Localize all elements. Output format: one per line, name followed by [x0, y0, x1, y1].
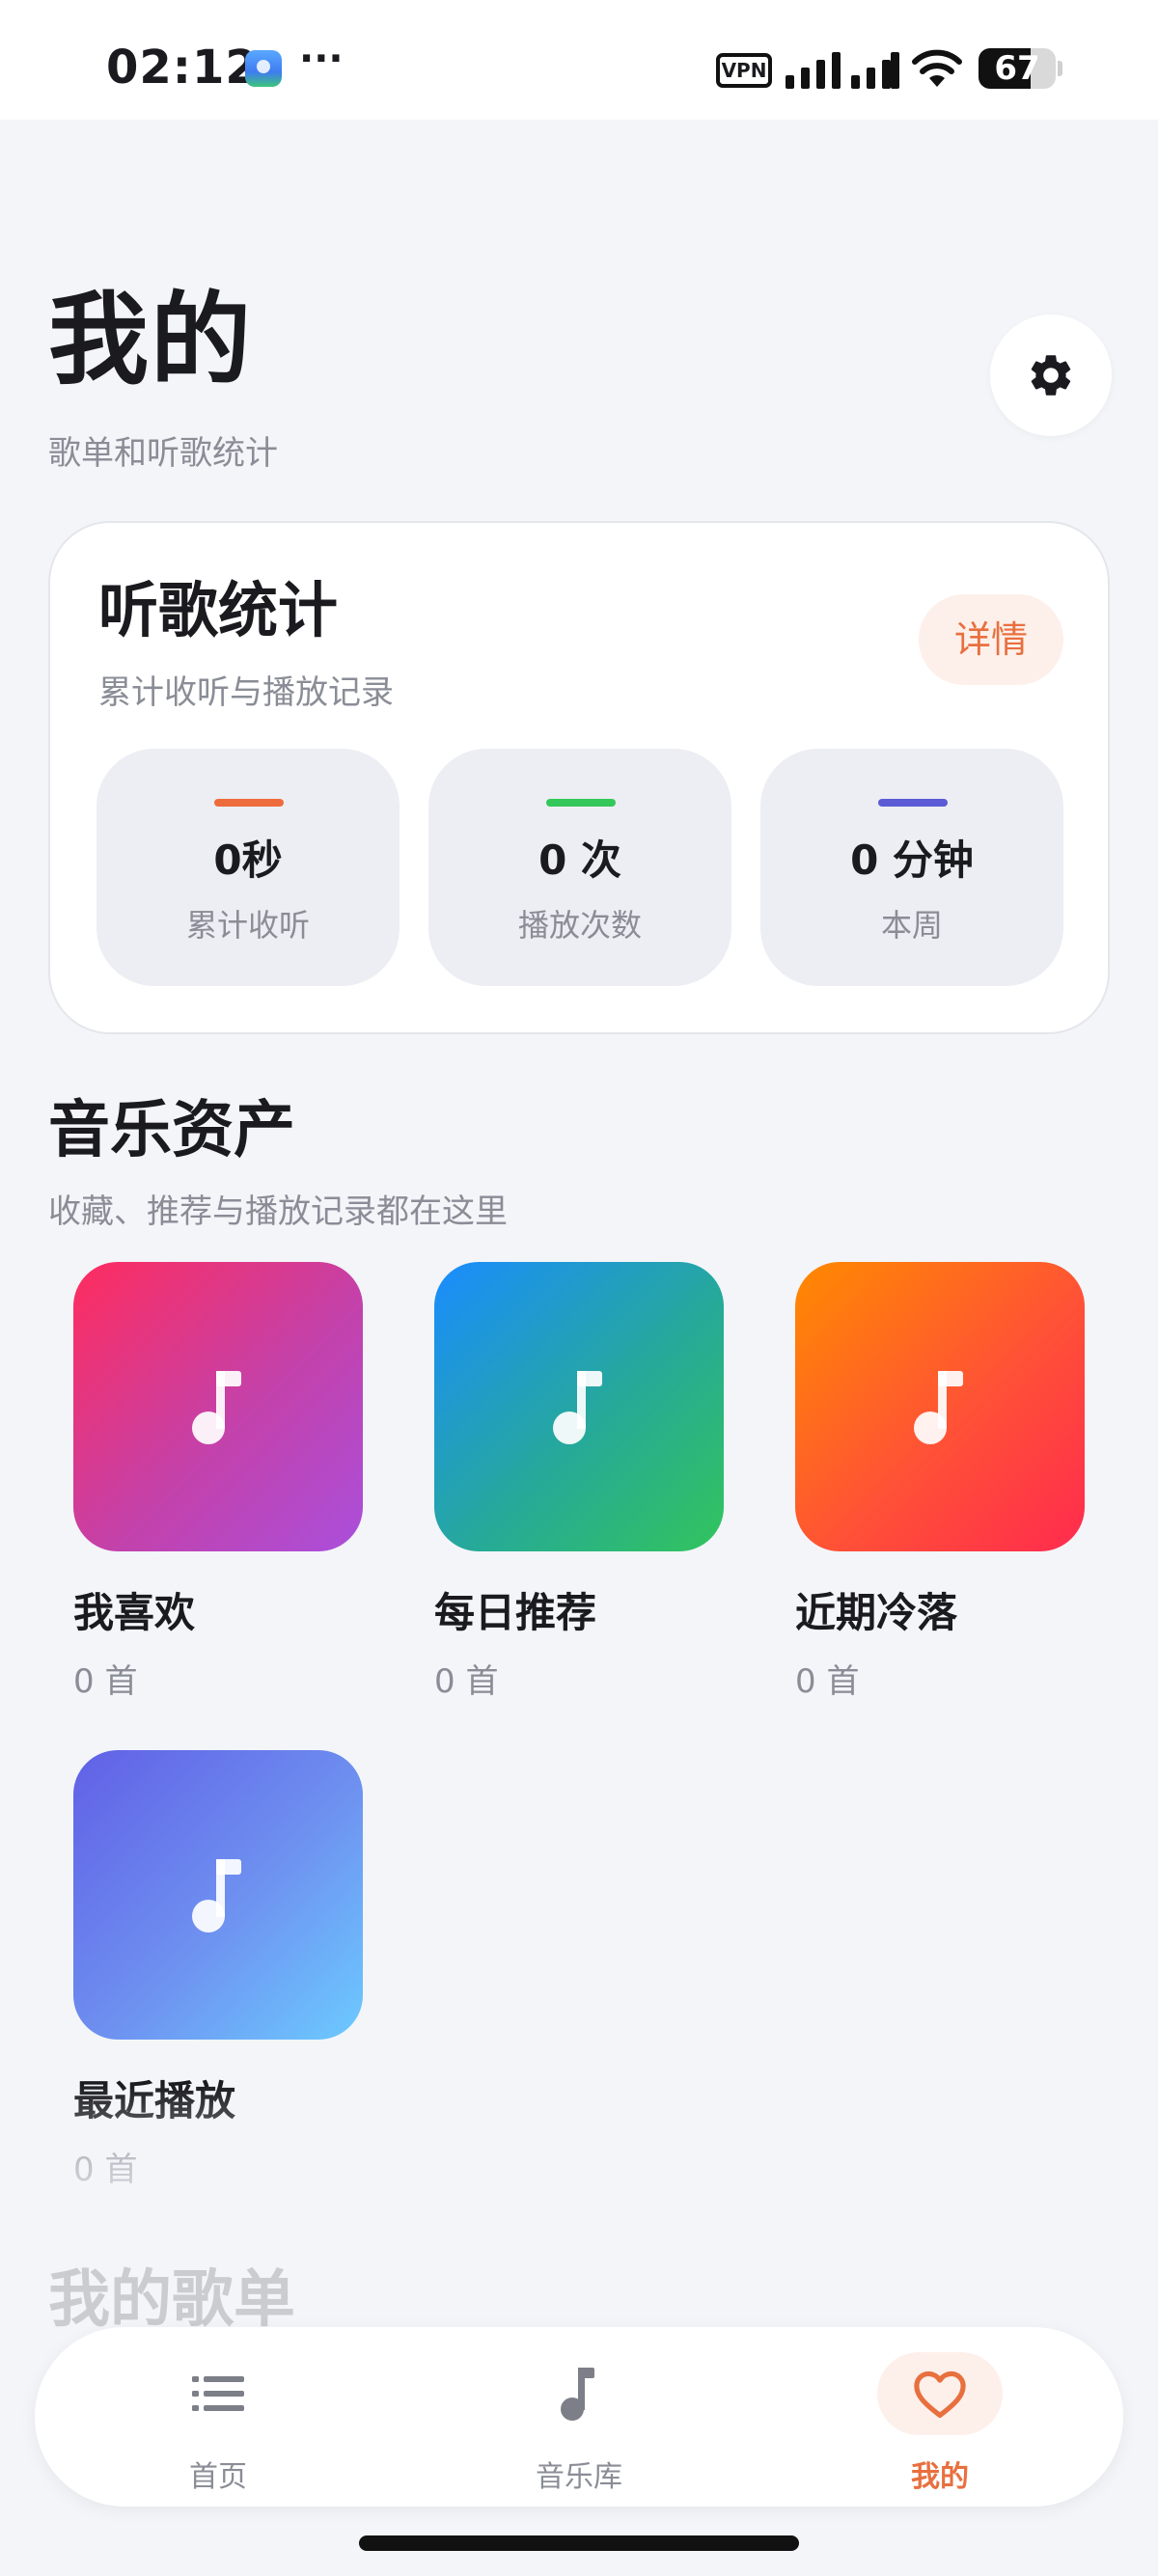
asset-name: 我喜欢 [73, 1589, 196, 1636]
stat-label: 累计收听 [185, 907, 310, 944]
more-notifications-icon: ··· [299, 37, 344, 81]
asset-cover [73, 1262, 363, 1551]
stat-accent-bar [214, 799, 284, 807]
asset-count: 0 首 [434, 1662, 499, 1701]
playlists-section-title: 我的歌单 [48, 2264, 295, 2336]
stat-play-count: 0 次 播放次数 [428, 749, 731, 986]
asset-name: 近期冷落 [795, 1589, 958, 1636]
stat-value: 0秒 [213, 836, 283, 884]
assets-section-subtitle: 收藏、推荐与播放记录都在这里 [48, 1192, 508, 1231]
asset-count: 0 首 [795, 1662, 860, 1701]
tab-icon-wrap [516, 2352, 642, 2435]
assets-section-title: 音乐资产 [48, 1095, 295, 1166]
stat-label: 播放次数 [517, 907, 642, 944]
page-subtitle: 歌单和听歌统计 [48, 434, 278, 473]
listening-stats-card: 听歌统计 累计收听与播放记录 详情 0秒 累计收听 0 次 播放次数 0 分钟 … [48, 521, 1110, 1034]
stats-title: 听歌统计 [98, 575, 339, 645]
asset-neglected[interactable]: 近期冷落 0 首 [795, 1262, 1085, 1702]
tab-icon-wrap [877, 2352, 1003, 2435]
gear-icon [1031, 355, 1071, 396]
stat-value: 0 分钟 [850, 836, 974, 884]
asset-daily-recommend[interactable]: 每日推荐 0 首 [434, 1262, 724, 1702]
battery-level: 67 [994, 49, 1040, 88]
asset-cover [73, 1750, 363, 2040]
stat-label: 本周 [880, 907, 943, 944]
signal-icon [786, 50, 899, 89]
bottom-tab-bar: 首页 音乐库 我的 [35, 2327, 1123, 2507]
page-title: 我的 [48, 281, 254, 398]
music-note-icon [192, 1859, 241, 1932]
home-indicator [359, 2535, 799, 2551]
settings-button[interactable] [990, 315, 1112, 436]
music-note-icon [553, 1371, 602, 1444]
vpn-icon: VPN [716, 53, 772, 88]
status-bar: 02:12 ··· VPN 67 [0, 0, 1158, 120]
tab-home[interactable]: 首页 [122, 2327, 315, 2507]
profile-screen: 02:12 ··· VPN 67 我的 歌单和听歌统计 听歌统计 累计收听与播放… [0, 0, 1158, 2576]
asset-count: 0 首 [73, 1662, 138, 1701]
stat-accent-bar [546, 799, 616, 807]
tab-mine[interactable]: 我的 [843, 2327, 1036, 2507]
stat-value: 0 次 [538, 836, 621, 884]
wifi-icon [912, 49, 962, 87]
music-note-icon [561, 2368, 594, 2421]
asset-liked[interactable]: 我喜欢 0 首 [73, 1262, 363, 1702]
asset-cover [434, 1262, 724, 1551]
stats-subtitle: 累计收听与播放记录 [98, 673, 394, 712]
tab-label: 我的 [911, 2460, 969, 2494]
stat-accent-bar [878, 799, 948, 807]
battery-icon: 67 [979, 48, 1056, 89]
notification-app-icon [245, 50, 282, 87]
stats-detail-button[interactable]: 详情 [919, 594, 1063, 685]
tab-label: 首页 [189, 2460, 247, 2494]
list-icon [192, 2376, 244, 2411]
tab-music-library[interactable]: 音乐库 [482, 2327, 676, 2507]
stat-total-listening: 0秒 累计收听 [96, 749, 400, 986]
music-note-icon [914, 1371, 963, 1444]
heart-icon [914, 2370, 966, 2419]
tab-icon-wrap [155, 2352, 281, 2435]
asset-name: 每日推荐 [434, 1589, 597, 1636]
stat-this-week: 0 分钟 本周 [760, 749, 1063, 986]
music-note-icon [192, 1371, 241, 1444]
asset-cover [795, 1262, 1085, 1551]
battery-tip [1058, 61, 1062, 76]
status-time: 02:12 [106, 41, 259, 95]
tab-label: 音乐库 [536, 2460, 622, 2494]
